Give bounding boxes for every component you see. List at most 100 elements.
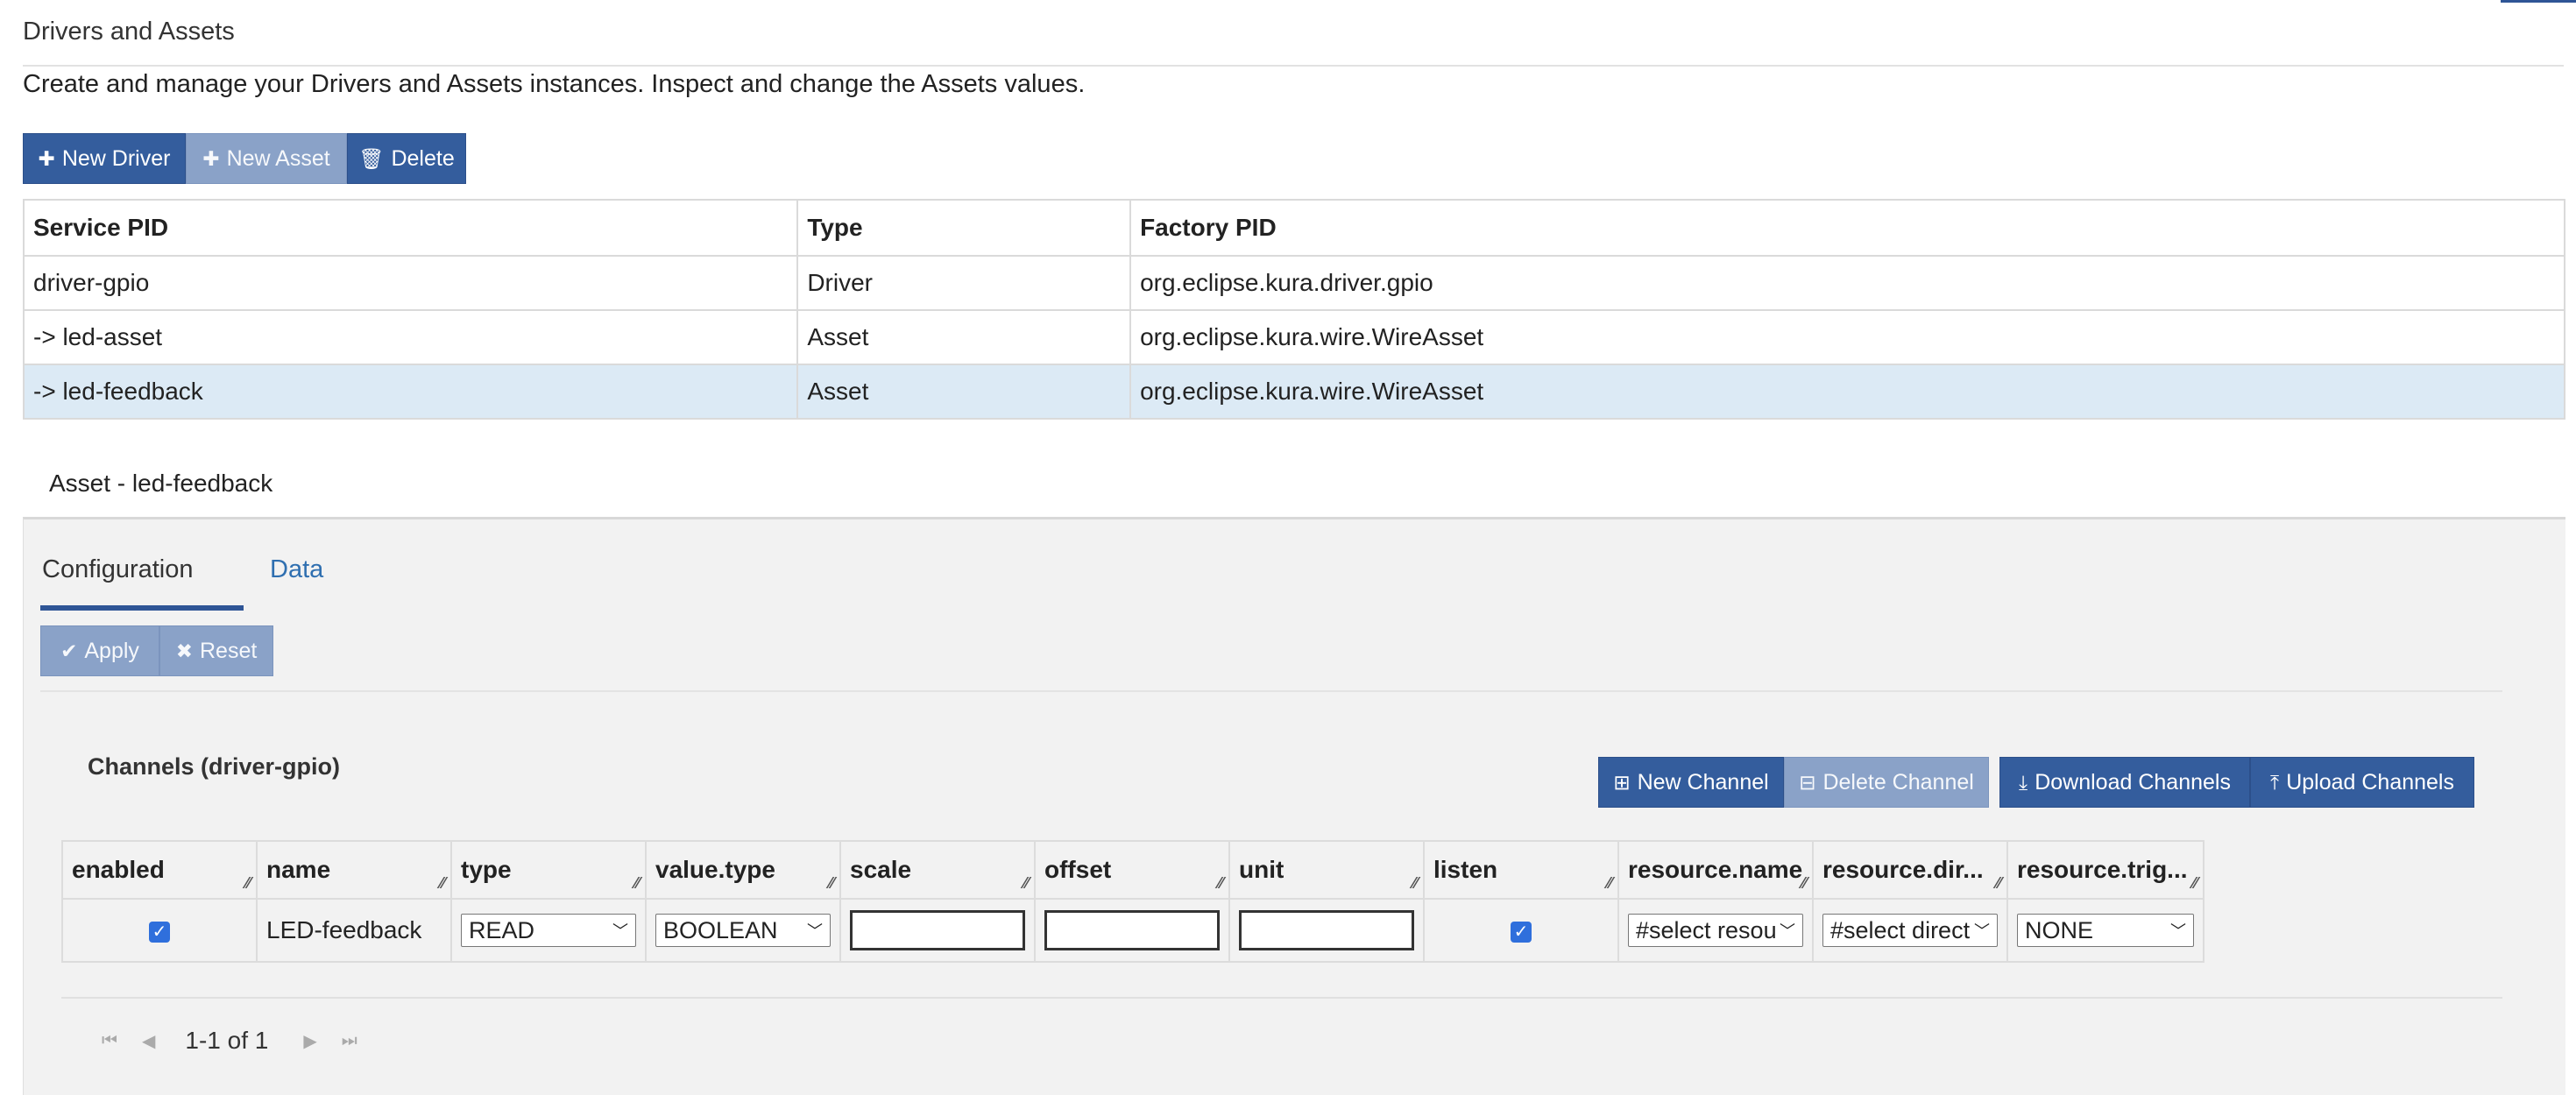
column-header-resource-trigger[interactable]: resource.trig... ⁄⁄ — [2006, 840, 2204, 900]
cell-listen: ✓ — [1423, 898, 1619, 963]
pager-label: 1-1 of 1 — [185, 1027, 269, 1054]
listen-checkbox[interactable]: ✓ — [1511, 921, 1532, 943]
resource-direction-select[interactable]: #select direction﹀ — [1822, 914, 1998, 947]
cell-factory-pid: org.eclipse.kura.wire.WireAsset — [1129, 364, 2565, 420]
table-row: ✓ LED-feedback READ ﹀ BOOLEAN ﹀ ✓ #select … — [61, 898, 2204, 963]
column-header-name[interactable]: name ⁄⁄ — [256, 840, 452, 900]
column-header-listen[interactable]: listen ⁄⁄ — [1423, 840, 1619, 900]
column-header-scale[interactable]: scale ⁄⁄ — [839, 840, 1036, 900]
upload-channels-button[interactable]: ⤒ Upload Channels — [2250, 757, 2474, 808]
chevron-down-icon: ﹀ — [2170, 922, 2186, 940]
column-header-value-type[interactable]: value.type ⁄⁄ — [645, 840, 841, 900]
resize-grip-icon[interactable]: ⁄⁄ — [1801, 874, 1807, 893]
table-row-selected[interactable]: -> led-feedback Asset org.eclipse.kura.w… — [22, 364, 2565, 420]
download-channels-button[interactable]: ⤓ Download Channels — [1999, 757, 2250, 808]
apply-button[interactable]: ✔ Apply — [40, 625, 159, 676]
cell-type: READ ﹀ — [450, 898, 647, 963]
upload-icon: ⤒ — [2270, 770, 2280, 794]
cell-scale — [839, 898, 1036, 963]
plus-icon: ✚ — [38, 146, 55, 170]
table-row[interactable]: -> led-asset Asset org.eclipse.kura.wire… — [22, 309, 2565, 365]
column-header-offset[interactable]: offset ⁄⁄ — [1034, 840, 1230, 900]
resize-grip-icon[interactable]: ⁄⁄ — [1412, 874, 1418, 893]
column-header-resource-direction[interactable]: resource.dir... ⁄⁄ — [1812, 840, 2008, 900]
cell-resource-name: #select resource﹀ — [1617, 898, 1814, 963]
active-tab-indicator — [40, 605, 244, 611]
cell-factory-pid: org.eclipse.kura.wire.WireAsset — [1129, 309, 2565, 365]
cell-offset — [1034, 898, 1230, 963]
services-table: Service PID Type Factory PID driver-gpio… — [22, 199, 2565, 420]
cell-service-pid: -> led-asset — [22, 309, 799, 365]
resize-grip-icon[interactable]: ⁄⁄ — [1607, 874, 1612, 893]
first-page-icon[interactable]: ⏮ — [102, 1031, 117, 1051]
times-icon: ✖ — [175, 639, 193, 662]
chevron-down-icon: ﹀ — [1780, 922, 1795, 940]
new-channel-button[interactable]: ⊞ New Channel — [1598, 757, 1784, 808]
column-header-resource-name[interactable]: resource.name ⁄⁄ — [1617, 840, 1814, 900]
tab-data[interactable]: Data — [270, 555, 323, 584]
resize-grip-icon[interactable]: ⁄⁄ — [829, 874, 834, 893]
resize-grip-icon[interactable]: ⁄⁄ — [1996, 874, 2001, 893]
top-right-tab-indicator — [2501, 0, 2576, 3]
page-title: Drivers and Assets — [23, 18, 235, 46]
cell-factory-pid: org.eclipse.kura.driver.gpio — [1129, 255, 2565, 311]
cell-type: Driver — [796, 255, 1132, 311]
scale-input[interactable] — [850, 910, 1025, 950]
cell-value-type: BOOLEAN ﹀ — [645, 898, 841, 963]
resource-trigger-select[interactable]: NONE ﹀ — [2017, 914, 2194, 947]
cell-resource-direction: #select direction﹀ — [1812, 898, 2008, 963]
resize-grip-icon[interactable]: ⁄⁄ — [440, 874, 445, 893]
last-page-icon[interactable]: ⏭ — [342, 1031, 357, 1051]
chevron-down-icon: ﹀ — [807, 922, 823, 940]
resource-name-select[interactable]: #select resource﹀ — [1628, 914, 1803, 947]
table-row[interactable]: driver-gpio Driver org.eclipse.kura.driv… — [22, 255, 2565, 311]
chevron-down-icon: ﹀ — [612, 922, 628, 940]
download-icon: ⤓ — [2019, 770, 2028, 794]
resize-grip-icon[interactable]: ⁄⁄ — [2192, 874, 2197, 893]
delete-channel-button[interactable]: ⊟ Delete Channel — [1784, 757, 1989, 808]
reset-button[interactable]: ✖ Reset — [159, 625, 273, 676]
title-divider — [23, 65, 2564, 67]
prev-page-icon[interactable]: ◀ — [142, 1030, 155, 1052]
resize-grip-icon[interactable]: ⁄⁄ — [245, 874, 251, 893]
check-icon: ✔ — [60, 639, 78, 662]
pager: ⏮ ◀ 1-1 of 1 ▶ ⏭ — [102, 1027, 382, 1055]
column-header-enabled[interactable]: enabled ⁄⁄ — [61, 840, 258, 900]
new-driver-button[interactable]: ✚ New Driver — [23, 133, 186, 184]
unit-input[interactable] — [1239, 910, 1414, 950]
cell-type: Asset — [796, 309, 1132, 365]
column-header-factory-pid[interactable]: Factory PID — [1129, 199, 2565, 257]
column-header-type[interactable]: Type — [796, 199, 1132, 257]
next-page-icon[interactable]: ▶ — [303, 1030, 316, 1052]
column-header-service-pid[interactable]: Service PID — [22, 199, 799, 257]
cell-name[interactable]: LED-feedback — [256, 898, 452, 963]
cell-enabled: ✓ — [61, 898, 258, 963]
column-header-unit[interactable]: unit ⁄⁄ — [1228, 840, 1425, 900]
tab-configuration[interactable]: Configuration — [42, 555, 194, 584]
cell-type: Asset — [796, 364, 1132, 420]
resize-grip-icon[interactable]: ⁄⁄ — [1023, 874, 1029, 893]
trash-icon: 🗑 — [358, 146, 385, 170]
resize-grip-icon[interactable]: ⁄⁄ — [634, 874, 640, 893]
new-asset-button[interactable]: ✚ New Asset — [186, 133, 347, 184]
table-header-row: Service PID Type Factory PID — [22, 199, 2565, 257]
value-type-select[interactable]: BOOLEAN ﹀ — [655, 914, 831, 947]
cell-unit — [1228, 898, 1425, 963]
offset-input[interactable] — [1044, 910, 1220, 950]
panel-divider — [40, 690, 2502, 692]
channels-title: Channels (driver-gpio) — [88, 753, 341, 780]
plus-icon: ✚ — [202, 146, 220, 170]
table-footer-divider — [61, 997, 2502, 999]
delete-button[interactable]: 🗑 Delete — [347, 133, 466, 184]
plus-icon: ⊞ — [1613, 770, 1631, 794]
cell-service-pid: driver-gpio — [22, 255, 799, 311]
page-subtitle: Create and manage your Drivers and Asset… — [23, 70, 1086, 98]
type-select[interactable]: READ ﹀ — [461, 914, 636, 947]
chevron-down-icon: ﹀ — [1974, 922, 1990, 940]
column-header-type[interactable]: type ⁄⁄ — [450, 840, 647, 900]
enabled-checkbox[interactable]: ✓ — [149, 921, 170, 943]
asset-section-title: Asset - led-feedback — [49, 470, 273, 497]
channels-table: enabled ⁄⁄ name ⁄⁄ type ⁄⁄ value.type ⁄⁄ sca… — [61, 840, 2204, 963]
resize-grip-icon[interactable]: ⁄⁄ — [1218, 874, 1223, 893]
minus-icon: ⊟ — [1799, 770, 1816, 794]
